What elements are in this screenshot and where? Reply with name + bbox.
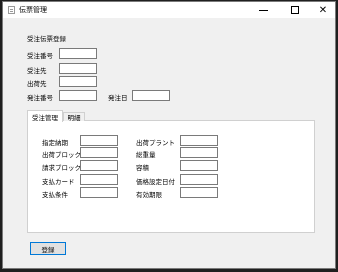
pricing-date-label: 価格設定日付 <box>136 178 175 186</box>
tab-order-management[interactable]: 受注管理 <box>27 110 63 122</box>
minimize-icon <box>258 9 268 11</box>
pricing-date-input[interactable] <box>180 174 218 185</box>
window-title: 伝票管理 <box>19 6 47 14</box>
register-button[interactable]: 登録 <box>30 242 66 255</box>
valid-until-label: 有効期限 <box>136 191 162 199</box>
order-number-input[interactable] <box>59 48 97 59</box>
minimize-button[interactable] <box>249 2 277 18</box>
billing-block-input[interactable] <box>80 160 118 171</box>
customer-label: 受注先 <box>27 67 47 75</box>
po-number-input[interactable] <box>59 90 97 101</box>
shipping-plant-label: 出荷プラント <box>136 139 175 147</box>
title-bar: 伝票管理 ✕ <box>3 2 335 18</box>
total-weight-input[interactable] <box>180 147 218 158</box>
maximize-button[interactable] <box>281 2 309 18</box>
po-number-label: 発注番号 <box>27 94 53 102</box>
payment-terms-label: 支払条件 <box>42 191 68 199</box>
document-icon <box>8 6 15 14</box>
po-date-input[interactable] <box>132 90 170 101</box>
po-date-label: 発注日 <box>108 94 128 102</box>
volume-input[interactable] <box>180 160 218 171</box>
payment-card-label: 支払カード <box>42 178 75 186</box>
shipping-plant-input[interactable] <box>180 135 218 146</box>
ship-block-input[interactable] <box>80 147 118 158</box>
close-icon: ✕ <box>318 4 328 16</box>
volume-label: 容積 <box>136 164 149 172</box>
valid-until-input[interactable] <box>180 187 218 198</box>
billing-block-label: 請求ブロック <box>42 164 81 172</box>
maximize-icon <box>291 6 299 14</box>
order-number-label: 受注番号 <box>27 52 53 60</box>
due-date-input[interactable] <box>80 135 118 146</box>
ship-to-input[interactable] <box>59 76 97 87</box>
payment-card-input[interactable] <box>80 174 118 185</box>
section-title: 受注伝票登録 <box>27 35 66 43</box>
tab-details[interactable]: 明細 <box>63 112 85 122</box>
payment-terms-input[interactable] <box>80 187 118 198</box>
ship-block-label: 出荷ブロック <box>42 151 81 159</box>
ship-to-label: 出荷先 <box>27 80 47 88</box>
total-weight-label: 総重量 <box>136 151 156 159</box>
customer-input[interactable] <box>59 63 97 74</box>
due-date-label: 指定納期 <box>42 139 68 147</box>
close-button[interactable]: ✕ <box>309 2 337 18</box>
